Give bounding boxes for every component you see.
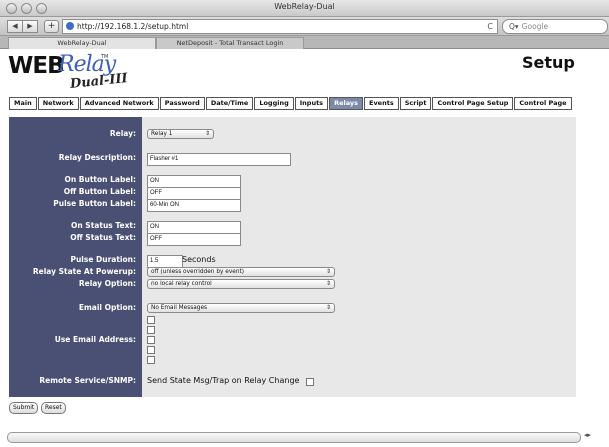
relay-description-input[interactable] — [147, 153, 291, 166]
label-column: Relay: Relay Description: On Button Labe… — [9, 117, 142, 397]
email-address-5-checkbox[interactable] — [147, 356, 155, 364]
nav-tab-date-time[interactable]: Date/Time — [205, 97, 254, 110]
window-title: WebRelay-Dual — [274, 2, 335, 11]
email-address-2-checkbox[interactable] — [147, 326, 155, 334]
powerup-state-label: Relay State At Powerup: — [32, 267, 136, 276]
scroll-arrows-icon[interactable]: ◂▸ — [584, 431, 591, 439]
nav-tab-script[interactable]: Script — [399, 97, 432, 110]
nav-tab-logging[interactable]: Logging — [254, 97, 294, 110]
snmp-trap-text: Send State Msg/Trap on Relay Change — [147, 376, 300, 385]
nav-tab-relays[interactable]: Relays — [329, 97, 363, 110]
refresh-icon[interactable]: C — [487, 20, 493, 33]
pulse-button-label-input[interactable] — [147, 199, 241, 212]
email-address-4-checkbox[interactable] — [147, 346, 155, 354]
page-header: WEB Relay TM Dual-III Setup — [0, 49, 609, 97]
browser-tab-webrelay[interactable]: WebRelay-Dual — [8, 37, 156, 49]
back-button[interactable]: ◀ — [7, 20, 23, 33]
browser-toolbar: ◀ ▶ + http://192.168.1.2/setup.html C Q▾… — [0, 17, 609, 36]
relay-select-value: Relay 1 — [151, 131, 173, 137]
email-option-label: Email Option: — [78, 303, 136, 312]
email-option-value: No Email Messages — [151, 305, 208, 311]
nav-tab-network[interactable]: Network — [37, 97, 79, 110]
horizontal-scrollbar[interactable] — [7, 432, 581, 443]
search-icon: Q▾ — [509, 22, 519, 31]
relay-setup-form: Relay: Relay Description: On Button Labe… — [9, 117, 576, 397]
pulse-duration-label: Pulse Duration: — [70, 255, 136, 264]
email-option-select[interactable]: No Email Messages ⇕ — [147, 303, 335, 313]
nav-tab-control-page[interactable]: Control Page — [514, 97, 572, 110]
email-address-1-checkbox[interactable] — [147, 316, 155, 324]
select-arrows-icon: ⇕ — [204, 130, 210, 137]
select-arrows-icon: ⇕ — [325, 304, 331, 311]
remote-service-snmp-label: Remote Service/SNMP: — [39, 376, 136, 385]
address-bar[interactable]: http://192.168.1.2/setup.html C — [62, 19, 498, 34]
nav-tab-inputs[interactable]: Inputs — [294, 97, 329, 110]
globe-icon — [66, 22, 74, 30]
relay-option-label: Relay Option: — [78, 279, 136, 288]
url-text: http://192.168.1.2/setup.html — [77, 22, 189, 31]
nav-tab-advanced-network[interactable]: Advanced Network — [79, 97, 159, 110]
nav-tab-control-page-setup[interactable]: Control Page Setup — [432, 97, 514, 110]
page-title: Setup — [522, 53, 575, 72]
pulse-button-label-label: Pulse Button Label: — [53, 199, 136, 208]
forward-button[interactable]: ▶ — [23, 20, 38, 33]
on-button-label-label: On Button Label: — [64, 175, 136, 184]
logo-tm-mark: TM — [101, 54, 109, 60]
history-buttons: ◀ ▶ — [7, 20, 38, 33]
browser-window: WebRelay-Dual ◀ ▶ + http://192.168.1.2/s… — [0, 0, 609, 447]
powerup-state-select[interactable]: off (unless overridden by event) ⇕ — [147, 267, 335, 277]
use-email-address-label: Use Email Address: — [54, 335, 136, 344]
nav-tab-password[interactable]: Password — [159, 97, 205, 110]
select-arrows-icon: ⇕ — [325, 268, 331, 275]
reset-button[interactable]: Reset — [41, 402, 66, 414]
select-arrows-icon: ⇕ — [325, 280, 331, 287]
add-bookmark-button[interactable]: + — [44, 20, 59, 33]
relay-select[interactable]: Relay 1 ⇕ — [147, 129, 214, 139]
powerup-state-value: off (unless overridden by event) — [151, 269, 245, 275]
submit-button[interactable]: Submit — [9, 402, 39, 414]
relay-label: Relay: — [109, 129, 136, 138]
on-status-text-label: On Status Text: — [70, 221, 136, 230]
nav-tab-main[interactable]: Main — [9, 97, 37, 110]
pulse-duration-units: Seconds — [182, 255, 216, 264]
off-button-label-label: Off Button Label: — [63, 187, 136, 196]
nav-tab-events[interactable]: Events — [364, 97, 399, 110]
relay-option-value: no local relay control — [151, 281, 212, 287]
search-field[interactable]: Q▾ Google — [502, 19, 608, 34]
browser-tab-bar: WebRelay-Dual NetDeposit - Total Transac… — [0, 36, 609, 49]
search-placeholder: Google — [521, 22, 549, 31]
snmp-trap-checkbox[interactable] — [306, 378, 314, 386]
setup-nav: Main Network Advanced Network Password D… — [9, 97, 573, 110]
off-status-text-input[interactable] — [147, 233, 241, 246]
email-address-3-checkbox[interactable] — [147, 336, 155, 344]
relay-description-label: Relay Description: — [58, 153, 136, 162]
logo-web-text: WEB — [8, 53, 65, 79]
off-status-text-label: Off Status Text: — [70, 233, 136, 242]
title-bar: WebRelay-Dual — [0, 0, 609, 17]
relay-option-select[interactable]: no local relay control ⇕ — [147, 279, 335, 289]
browser-tab-netdeposit[interactable]: NetDeposit - Total Transact Login — [156, 37, 304, 49]
